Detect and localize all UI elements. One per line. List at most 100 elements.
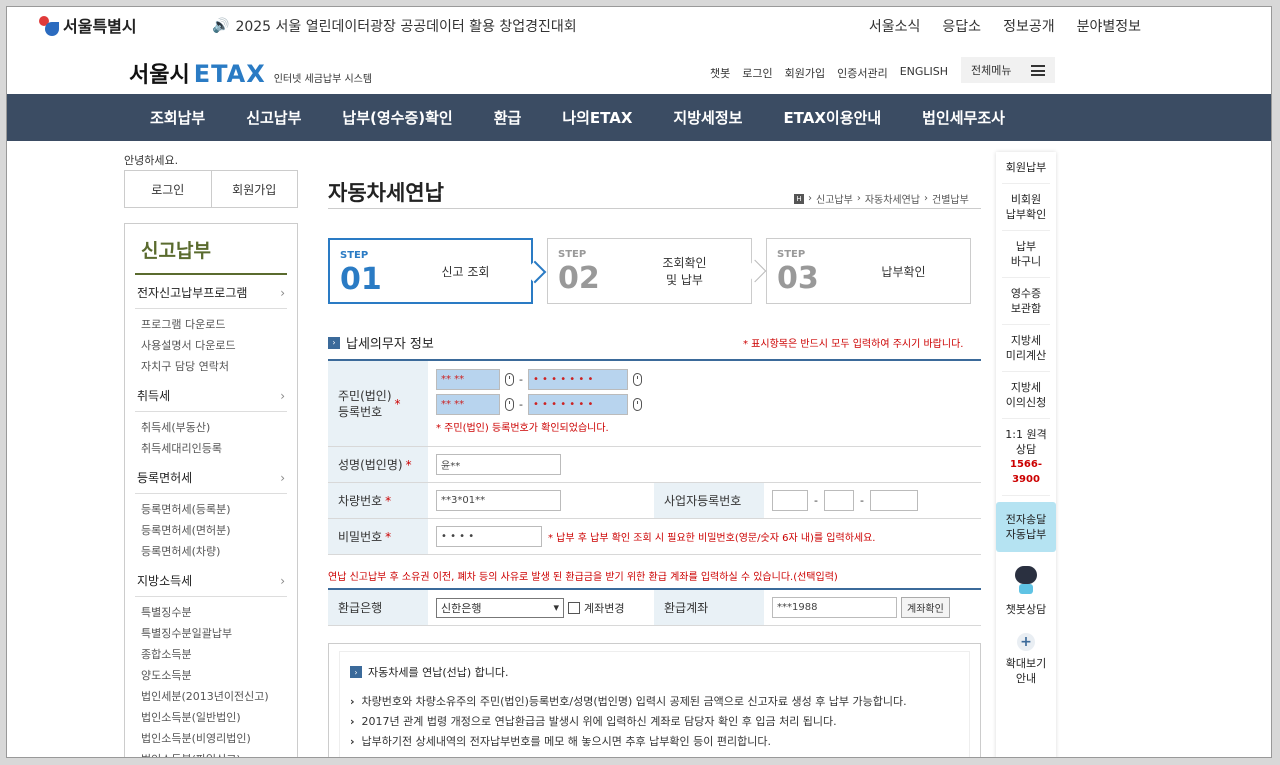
notice-text: 2025 서울 열린데이터광장 공공데이터 활용 창업경진대회 (235, 19, 577, 35)
side-menu-item[interactable]: 등록면허세(면허분) (141, 520, 281, 541)
bank-label: 환급은행 (328, 590, 428, 625)
nav-report-payment[interactable]: 신고납부 (246, 107, 301, 128)
section-heading: › 납세의무자 정보 (328, 333, 434, 352)
side-menu-head-label: 지방소득세 (137, 574, 193, 588)
chevron-right-icon: › (280, 388, 285, 403)
mouse-icon (505, 373, 514, 386)
site-header: 서울시 ETAX 인터넷 세금납부 시스템 챗봇 로그인 회원가입 인증서관리 … (7, 47, 1271, 94)
side-menu-item[interactable]: 양도소득분 (141, 665, 281, 686)
breadcrumb-item[interactable]: 자동차세연납 (865, 191, 920, 206)
bank-select[interactable]: 신한은행 ▾ (436, 597, 564, 618)
quick-member-payment[interactable]: 회원납부 (1002, 152, 1050, 184)
side-menu-item[interactable]: 특별징수분 (141, 602, 281, 623)
side-menu-item[interactable]: 법인소득분(비영리법인) (141, 728, 281, 749)
breadcrumb-item: 건별납부 (932, 195, 969, 206)
side-menu-group: 취득세 › 취득세(부동산) 취득세대리인등록 (135, 378, 287, 460)
side-menu-head-acquisition[interactable]: 취득세 › (135, 378, 287, 412)
side-menu-item[interactable]: 종합소득분 (141, 644, 281, 665)
top-link-news[interactable]: 서울소식 (869, 16, 921, 36)
seoul-logo[interactable]: 서울특별시 (37, 13, 137, 37)
util-link-signup[interactable]: 회원가입 (785, 65, 825, 81)
name-label: 성명(법인명) * (328, 447, 428, 482)
step-text: 납부확인 (881, 264, 926, 279)
nav-local-tax-info[interactable]: 지방세정보 (673, 107, 742, 128)
dash-separator: - (519, 398, 523, 411)
greeting-text: 안녕하세요. (124, 154, 179, 167)
etax-logo[interactable]: 서울시 ETAX 인터넷 세금납부 시스템 (129, 57, 372, 89)
side-menu-item[interactable]: 법인소득분(일반법인) (141, 707, 281, 728)
top-link-response[interactable]: 응답소 (942, 16, 981, 36)
biz-number-input-3[interactable] (869, 490, 918, 511)
password-input[interactable]: • • • • (436, 526, 542, 547)
dash-separator: - (859, 494, 864, 507)
rrn2-front-input[interactable]: ** ** (436, 394, 500, 415)
quick-receipt-box[interactable]: 영수증 보관함 (1002, 278, 1050, 325)
all-menu-button[interactable]: 전체메뉴 (961, 57, 1055, 83)
step-label: STEP (777, 249, 806, 260)
util-link-login[interactable]: 로그인 (742, 65, 772, 81)
side-menu-head-income[interactable]: 지방소득세 › (135, 563, 287, 597)
side-menu-group: 지방소득세 › 특별징수분 특별징수분일괄납부 종합소득분 양도소득분 법인세분… (135, 563, 287, 757)
browser-frame: 서울특별시 🔊 2025 서울 열린데이터광장 공공데이터 활용 창업경진대회 … (6, 6, 1272, 758)
rrn2-back-input[interactable]: • • • • • • • (527, 394, 628, 415)
quick-tel: 1566-3900 (1010, 459, 1042, 485)
quick-cart[interactable]: 납부 바구니 (1002, 231, 1050, 278)
side-menu-item[interactable]: 법인세분(2013년이전신고) (141, 686, 281, 707)
biz-number-input-1[interactable] (772, 490, 808, 511)
side-menu-item[interactable]: 특별징수분일괄납부 (141, 623, 281, 644)
util-link-certificate[interactable]: 인증서관리 (837, 65, 888, 81)
side-menu-item[interactable]: 법인소득분(파일신고) (141, 749, 281, 757)
sidebar-signup-button[interactable]: 회원가입 (212, 171, 298, 207)
quick-zoom[interactable]: + 확대보기 안내 (1002, 625, 1050, 694)
quick-guest-check[interactable]: 비회원 납부확인 (1002, 184, 1050, 231)
main-nav: 조회납부 신고납부 납부(영수증)확인 환급 나의ETAX 지방세정보 ETAX… (7, 94, 1271, 141)
quick-chatbot[interactable]: 챗봇상담 (1002, 558, 1050, 625)
account-input[interactable]: ***1988 (772, 597, 897, 618)
home-icon[interactable]: H (794, 193, 804, 204)
quick-tax-calc[interactable]: 지방세 미리계산 (1002, 325, 1050, 372)
seoul-logo-icon (37, 14, 59, 36)
required-note: * 표시항목은 반드시 모두 입력하여 주시기 바랍니다. (743, 339, 964, 350)
name-input[interactable]: 윤** (436, 454, 561, 475)
name-row: 성명(법인명) * 윤** (328, 447, 981, 483)
util-link-english[interactable]: ENGLISH (900, 65, 948, 81)
util-link-chatbot[interactable]: 챗봇 (710, 65, 730, 81)
nav-receipt-check[interactable]: 납부(영수증)확인 (342, 107, 452, 128)
top-link-field-info[interactable]: 분야별정보 (1077, 16, 1141, 36)
car-row: 차량번호 * **3*01** 사업자등록번호 - - (328, 483, 981, 519)
biz-number-input-2[interactable] (823, 490, 854, 511)
nav-inquiry-payment[interactable]: 조회납부 (150, 107, 205, 128)
breadcrumb-item[interactable]: 신고납부 (816, 191, 853, 206)
car-number-input[interactable]: **3*01** (436, 490, 561, 511)
nav-corporate-audit[interactable]: 법인세무조사 (922, 107, 1005, 128)
notice-banner[interactable]: 🔊 2025 서울 열린데이터광장 공공데이터 활용 창업경진대회 (212, 16, 577, 36)
side-menu-item[interactable]: 사용설명서 다운로드 (141, 335, 281, 356)
side-menu-item[interactable]: 취득세대리인등록 (141, 438, 281, 459)
step-number: 03 (777, 261, 819, 296)
robot-icon (1013, 566, 1039, 596)
sidebar-login-button[interactable]: 로그인 (125, 171, 212, 207)
nav-my-etax[interactable]: 나의ETAX (562, 107, 632, 128)
step-2: STEP 02 조회확인 및 납부 (547, 238, 767, 304)
rrn1-back-input[interactable]: • • • • • • • (527, 369, 628, 390)
side-menu-item[interactable]: 등록면허세(차량) (141, 541, 281, 562)
rrn1-front-input[interactable]: ** ** (436, 369, 500, 390)
nav-etax-guide[interactable]: ETAX이용안내 (783, 107, 881, 128)
quick-e-delivery[interactable]: 전자송달 자동납부 (996, 502, 1056, 552)
top-link-disclosure[interactable]: 정보공개 (1003, 16, 1055, 36)
side-menu-item[interactable]: 자치구 담당 연락처 (141, 356, 281, 377)
side-menu-item[interactable]: 등록면허세(등록분) (141, 499, 281, 520)
side-menu-head-registration[interactable]: 등록면허세 › (135, 460, 287, 494)
step-indicator: STEP 01 신고 조회 STEP 02 조회확인 및 납부 STEP 03 … (328, 238, 971, 304)
nav-refund[interactable]: 환급 (494, 107, 522, 128)
account-change-checkbox[interactable] (568, 601, 580, 614)
info-item: 차량번호와 차량소유주의 주민(법인)등록번호/성명(법인명) 입력시 공제된 … (350, 692, 959, 712)
side-menu-item[interactable]: 프로그램 다운로드 (141, 314, 281, 335)
side-menu-head-program[interactable]: 전자신고납부프로그램 › (135, 275, 287, 309)
account-check-button[interactable]: 계좌확인 (901, 597, 950, 618)
step-label: STEP (558, 249, 587, 260)
util-links: 챗봇 로그인 회원가입 인증서관리 ENGLISH (710, 65, 948, 81)
side-menu-item[interactable]: 취득세(부동산) (141, 417, 281, 438)
quick-remote-consult[interactable]: 1:1 원격 상담 1566-3900 (1002, 419, 1050, 496)
quick-objection[interactable]: 지방세 이의신청 (1002, 372, 1050, 419)
